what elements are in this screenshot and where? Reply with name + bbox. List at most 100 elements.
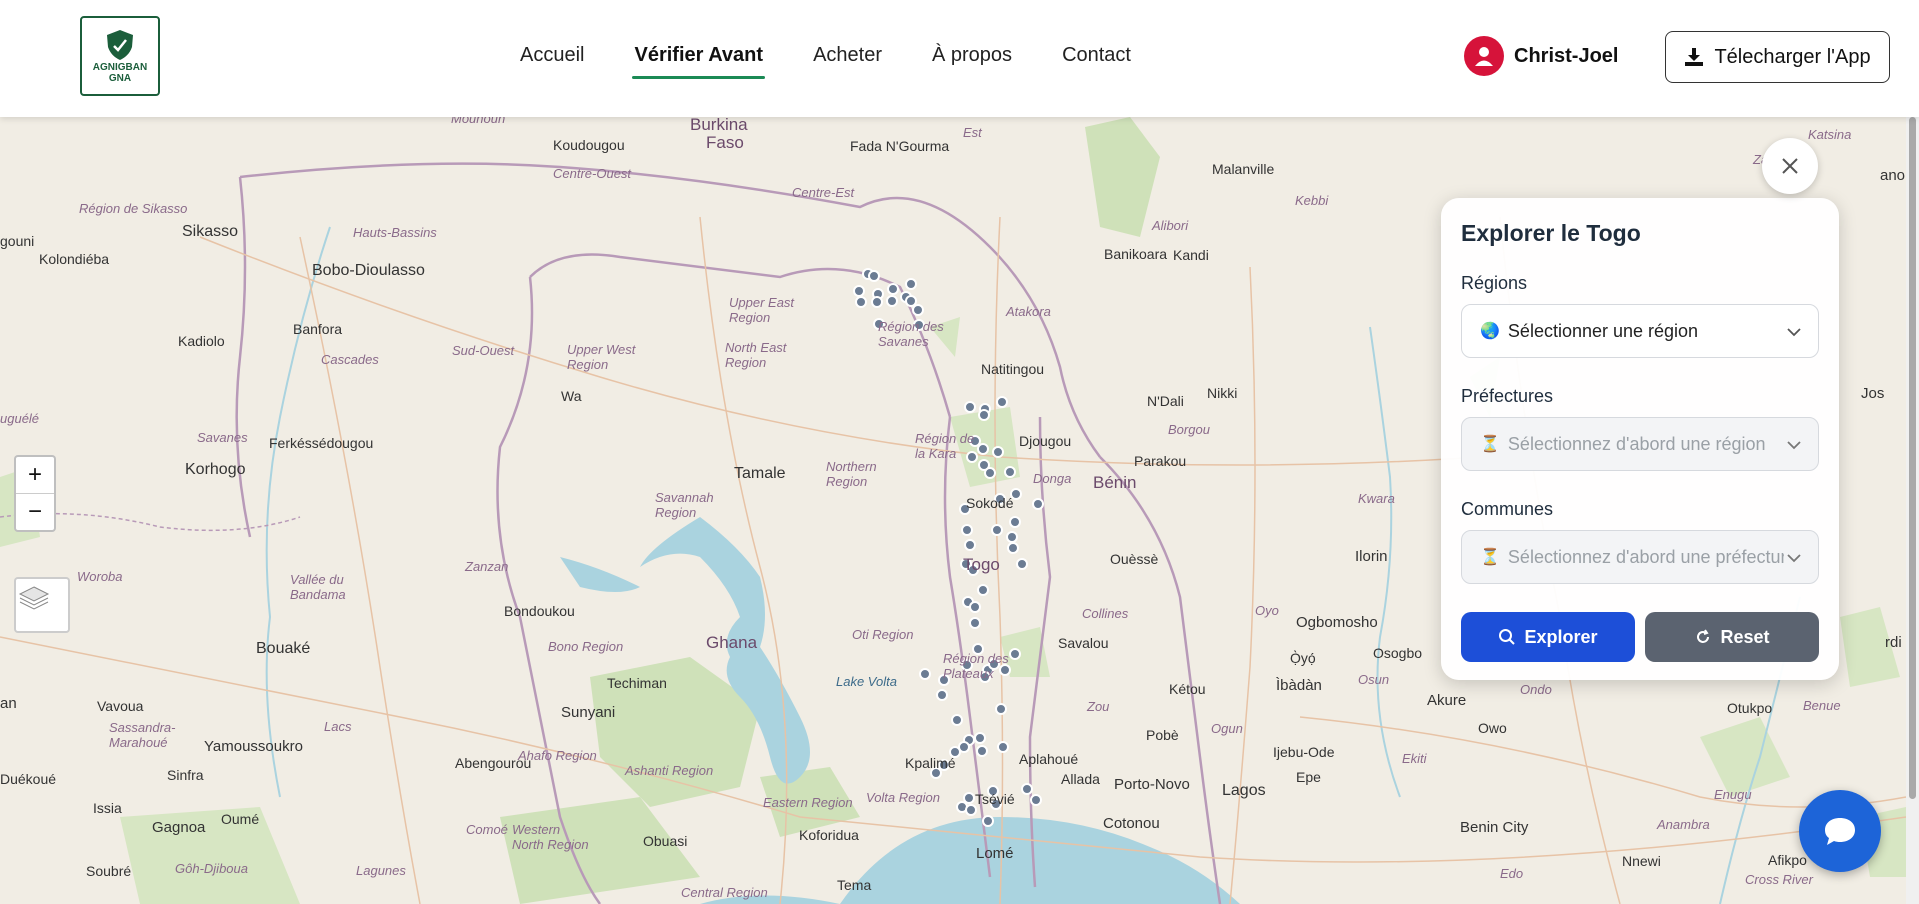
prefectures-label: Préfectures bbox=[1461, 386, 1554, 406]
label-goh: Gôh-Djiboua bbox=[175, 861, 248, 876]
user-menu[interactable]: Christ-Joel bbox=[1464, 36, 1618, 76]
label-sunyani: Sunyani bbox=[561, 704, 616, 721]
label-epe: Epe bbox=[1296, 769, 1321, 785]
label-savalou: Savalou bbox=[1058, 635, 1109, 651]
site-logo[interactable]: AGNIGBAN GNA bbox=[80, 16, 160, 96]
nav-contact[interactable]: Contact bbox=[1062, 44, 1131, 73]
label-sokode: Sokodé bbox=[966, 495, 1014, 511]
label-pobe: Pobè bbox=[1146, 727, 1179, 743]
label-fada: Fada N'Gourma bbox=[850, 138, 950, 154]
label-malanville: Malanville bbox=[1212, 161, 1275, 177]
close-panel-button[interactable] bbox=[1762, 138, 1818, 194]
label-ibadan: Ìbàdàn bbox=[1276, 677, 1322, 694]
label-gouni: gouni bbox=[0, 233, 35, 249]
nav-verifier-avant[interactable]: Vérifier Avant bbox=[632, 44, 765, 79]
label-kandi: Kandi bbox=[1173, 247, 1209, 263]
label-sassandra: Sassandra-Marahoué bbox=[109, 720, 176, 750]
label-osogbo: Osogbo bbox=[1373, 645, 1423, 661]
label-afikpo: Afikpo bbox=[1768, 852, 1807, 868]
communes-label: Communes bbox=[1461, 499, 1554, 519]
layers-button[interactable] bbox=[14, 577, 70, 633]
zoom-out-button[interactable]: − bbox=[16, 493, 54, 530]
label-ahafo: Ahafo Region bbox=[518, 748, 597, 763]
logo-text-bottom: GNA bbox=[108, 73, 132, 84]
label-region-savanes: Région des Savanes bbox=[878, 319, 944, 349]
label-savannah: Savannah Region bbox=[655, 490, 714, 520]
label-ouesse: Ouèssè bbox=[1110, 551, 1159, 567]
label-allada: Allada bbox=[1061, 771, 1100, 787]
label-borgou: Borgou bbox=[1168, 422, 1210, 437]
label-ghana: Ghana bbox=[706, 633, 758, 652]
logo-text-top: AGNIGBAN bbox=[92, 62, 148, 73]
nav-accueil[interactable]: Accueil bbox=[520, 44, 584, 73]
user-avatar-icon bbox=[1464, 36, 1504, 76]
label-mouhoun: Mouhoun bbox=[451, 117, 506, 126]
label-techiman: Techiman bbox=[607, 675, 667, 691]
label-centre-est: Centre-Est bbox=[792, 185, 855, 200]
label-oume: Oumé bbox=[221, 811, 260, 827]
label-lagos: Lagos bbox=[1222, 782, 1266, 799]
hourglass-icon: ⏳ bbox=[1480, 549, 1500, 566]
regions-label: Régions bbox=[1461, 273, 1528, 293]
regions-select[interactable]: 🌏 Sélectionner une région bbox=[1461, 304, 1819, 358]
label-cross-river: Cross River bbox=[1745, 872, 1813, 887]
main-nav: Accueil Vérifier Avant Acheter À propos … bbox=[520, 44, 1181, 79]
label-alibori: Alibori bbox=[1152, 218, 1189, 233]
label-upper-east: Upper East Region bbox=[729, 295, 795, 325]
label-issia: Issia bbox=[93, 800, 122, 816]
communes-select[interactable]: ⏳ Sélectionnez d'abord une préfecture bbox=[1461, 530, 1819, 584]
label-bono: Bono Region bbox=[548, 639, 624, 654]
nav-a-propos[interactable]: À propos bbox=[932, 44, 1012, 73]
reset-button-label: Reset bbox=[1720, 626, 1770, 647]
explore-button[interactable]: Explorer bbox=[1461, 612, 1635, 662]
zoom-in-button[interactable]: + bbox=[16, 457, 54, 493]
prefectures-select[interactable]: ⏳ Sélectionnez d'abord une région bbox=[1461, 417, 1819, 471]
regions-select-value: Sélectionner une région bbox=[1507, 320, 1699, 341]
page-scrollbar[interactable] bbox=[1906, 117, 1919, 904]
label-tema: Tema bbox=[837, 877, 872, 893]
label-region-sikasso: Région de Sikasso bbox=[79, 201, 188, 216]
label-north-east: North East Region bbox=[725, 340, 787, 370]
label-oyo-city: Ọ̀yọ́ bbox=[1290, 650, 1316, 666]
nav-acheter[interactable]: Acheter bbox=[813, 44, 882, 73]
explore-panel: Explorer le Togo Régions 🌏 Sélectionner … bbox=[1441, 198, 1839, 680]
reset-button[interactable]: Reset bbox=[1645, 612, 1819, 662]
label-lome: Lomé bbox=[976, 845, 1014, 862]
close-icon bbox=[1782, 158, 1798, 174]
panel-actions: Explorer Reset bbox=[1461, 612, 1819, 662]
label-lake-volta: Lake Volta bbox=[836, 674, 897, 689]
label-woroba: Woroba bbox=[77, 569, 123, 584]
label-oyo: Oyo bbox=[1255, 603, 1279, 618]
label-ogun: Ogun bbox=[1211, 721, 1243, 736]
label-region-plateaux: Région des Plateaux bbox=[943, 651, 1009, 681]
label-lacs: Lacs bbox=[324, 719, 352, 734]
label-rdi: rdi bbox=[1885, 634, 1902, 651]
label-vallee: Vallée du Bandama bbox=[290, 572, 346, 602]
chat-button[interactable] bbox=[1799, 790, 1881, 872]
label-yamoussoukro: Yamoussoukro bbox=[204, 738, 303, 755]
label-otukpo: Otukpo bbox=[1727, 700, 1773, 716]
label-northern: Northern Region bbox=[826, 459, 877, 489]
user-name: Christ-Joel bbox=[1514, 44, 1619, 67]
label-duekoue: Duékoué bbox=[0, 771, 57, 787]
refresh-icon bbox=[1697, 629, 1710, 643]
label-ketou: Kétou bbox=[1169, 681, 1206, 697]
label-ferke: Ferkéssédougou bbox=[269, 435, 374, 451]
scrollbar-thumb[interactable] bbox=[1909, 117, 1916, 799]
label-vavoua: Vavoua bbox=[97, 698, 144, 714]
download-app-button[interactable]: Télecharger l'App bbox=[1665, 31, 1890, 83]
label-bouake: Bouaké bbox=[256, 640, 311, 657]
prefectures-select-placeholder: Sélectionnez d'abord une région bbox=[1507, 433, 1766, 454]
label-oti: Oti Region bbox=[852, 627, 914, 642]
label-lagunes: Lagunes bbox=[356, 863, 406, 878]
label-jos: Jos bbox=[1861, 385, 1885, 402]
zoom-control: + − bbox=[14, 455, 56, 532]
label-nnewi: Nnewi bbox=[1622, 853, 1661, 869]
label-edo: Edo bbox=[1500, 866, 1524, 881]
label-bondoukou: Bondoukou bbox=[504, 603, 575, 619]
label-wa: Wa bbox=[561, 388, 582, 404]
label-parakou: Parakou bbox=[1134, 453, 1187, 469]
chevron-down-icon bbox=[1784, 548, 1804, 568]
label-benin: Bénin bbox=[1093, 473, 1137, 492]
chat-bubble-icon bbox=[1825, 818, 1855, 845]
